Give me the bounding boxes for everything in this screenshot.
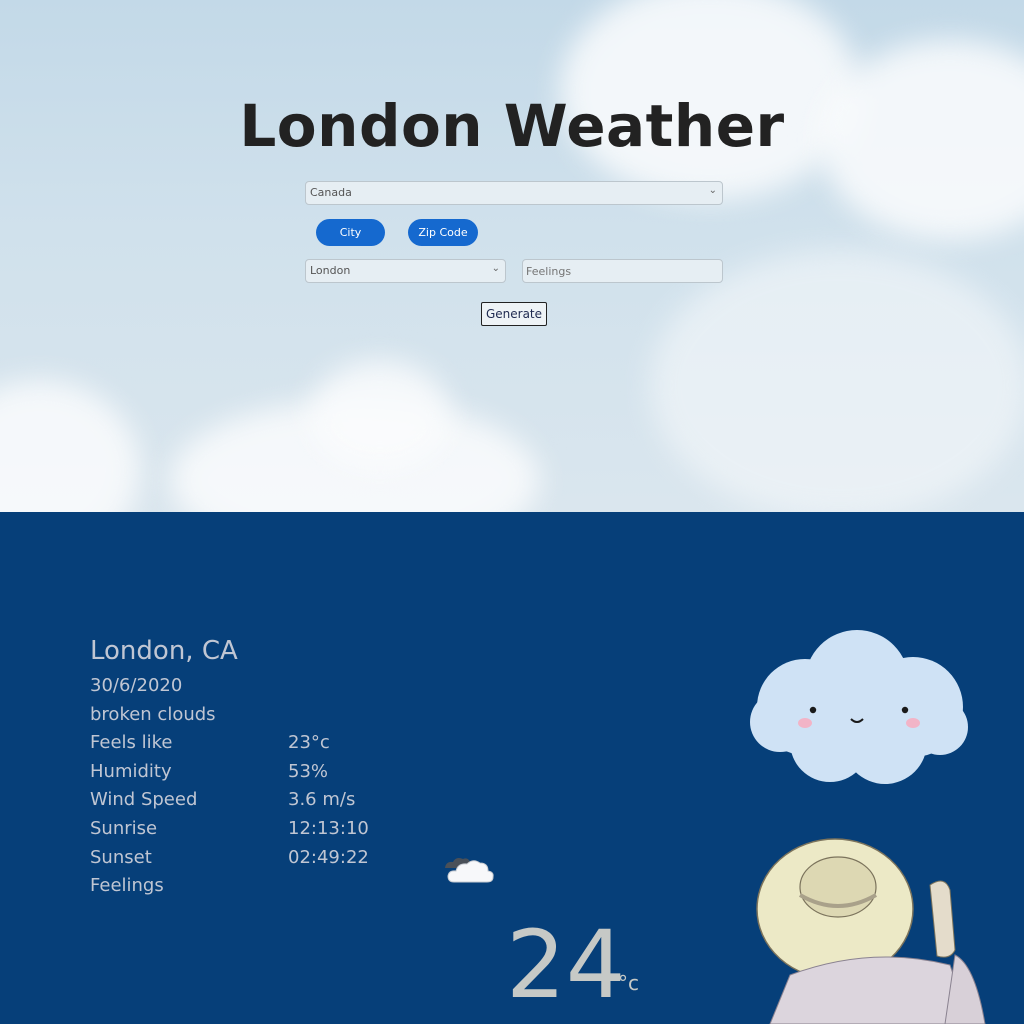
cloud-mascot-illustration [750,630,968,784]
country-select-value: Canada [310,186,352,199]
search-section: London Weather Canada ⌄ City Zip Code Lo… [0,0,1024,512]
country-select[interactable]: Canada ⌄ [305,181,723,205]
city-toggle-button[interactable]: City [316,219,385,246]
sunset-value: 02:49:22 [288,847,369,868]
sunset-label: Sunset [90,847,152,868]
generate-button[interactable]: Generate [481,302,547,326]
page-title: London Weather [239,92,785,160]
feelings-input[interactable] [522,259,723,283]
location-heading: London, CA [90,636,238,666]
sky-cloud [310,360,450,470]
humidity-label: Humidity [90,761,172,782]
weather-description: broken clouds [90,704,216,725]
temperature-value: 24 [506,911,626,1020]
feels-like-label: Feels like [90,732,173,753]
date-text: 30/6/2020 [90,675,183,696]
chevron-down-icon: ⌄ [708,185,717,196]
weather-result-panel: London, CA 30/6/2020 broken clouds Feels… [0,512,1024,1024]
feelings-label: Feelings [90,875,164,896]
girl-with-hat-illustration [756,838,986,1024]
sunrise-value: 12:13:10 [288,818,369,839]
sky-cloud [0,380,140,512]
chevron-down-icon: ⌄ [491,263,500,274]
zip-code-toggle-button[interactable]: Zip Code [408,219,478,246]
city-select[interactable]: London ⌄ [305,259,506,283]
wind-speed-label: Wind Speed [90,789,198,810]
sky-cloud [650,250,1024,512]
sunrise-label: Sunrise [90,818,158,839]
broken-clouds-icon [445,858,494,883]
city-select-value: London [310,264,351,277]
temperature-unit: °c [618,971,639,995]
humidity-value: 53% [288,761,329,782]
feels-like-value: 23°c [288,732,330,753]
wind-speed-value: 3.6 m/s [288,789,356,810]
